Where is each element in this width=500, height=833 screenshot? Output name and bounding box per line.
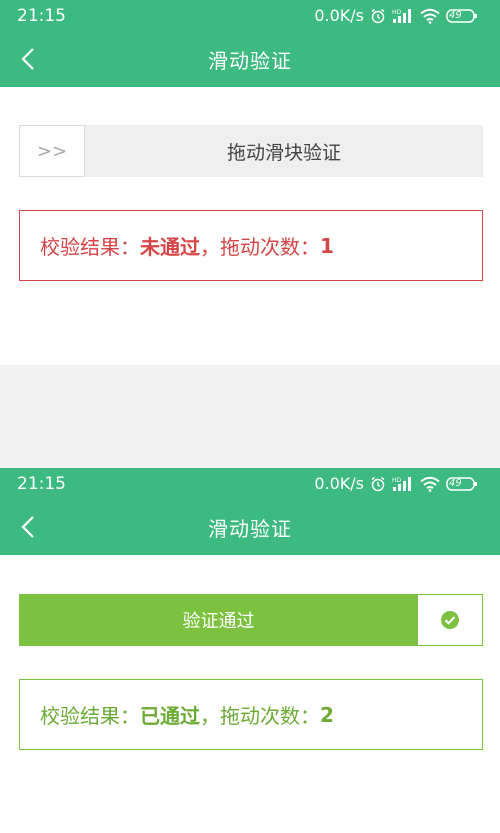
- net-speed: 0.0K/s: [314, 474, 364, 493]
- verify-result-box: 校验结果： 未通过 ，拖动次数： 1: [19, 210, 483, 281]
- screen-unverified: 21:15 0.0K/s HD 49 滑动验证 >> 拖动滑块验证 校验结果： …: [0, 0, 500, 365]
- screen-verified: 21:15 0.0K/s HD 49 滑动验证 验证通过 校验结果： 已通过 ，…: [0, 468, 500, 833]
- slider-hint: 拖动滑块验证: [226, 141, 341, 164]
- status-icons: 0.0K/s HD 49: [314, 474, 484, 493]
- status-icons: 0.0K/s HD 49: [314, 6, 484, 25]
- slider-handle[interactable]: >>: [19, 125, 85, 177]
- slider-handle[interactable]: [417, 595, 482, 645]
- result-separator: ，拖动次数：: [200, 235, 320, 259]
- wifi-icon: [420, 476, 440, 492]
- drag-count: 2: [320, 702, 334, 727]
- slider-fill: 验证通过: [20, 595, 417, 645]
- slide-verify-track[interactable]: >> 拖动滑块验证: [19, 125, 483, 177]
- app-bar: 滑动验证: [0, 499, 500, 555]
- result-prefix: 校验结果：: [40, 235, 140, 259]
- wifi-icon: [420, 8, 440, 24]
- result-separator: ，拖动次数：: [200, 704, 320, 728]
- net-speed: 0.0K/s: [314, 6, 364, 25]
- app-bar: 滑动验证: [0, 31, 500, 87]
- status-bar: 21:15 0.0K/s HD 49: [0, 468, 500, 499]
- back-button[interactable]: [12, 43, 44, 75]
- page-title: 滑动验证: [208, 48, 292, 73]
- status-time: 21:15: [17, 473, 66, 494]
- status-time: 21:15: [17, 5, 66, 26]
- status-bar: 21:15 0.0K/s HD 49: [0, 0, 500, 31]
- svg-text:HD: HD: [392, 477, 402, 484]
- result-prefix: 校验结果：: [40, 704, 140, 728]
- drag-count: 1: [320, 233, 334, 258]
- page-title: 滑动验证: [208, 516, 292, 541]
- verify-result-box: 校验结果： 已通过 ，拖动次数： 2: [19, 679, 483, 750]
- chevron-left-icon: [21, 48, 34, 70]
- back-button[interactable]: [12, 511, 44, 543]
- alarm-icon: [371, 476, 385, 491]
- slide-verify-track[interactable]: 验证通过: [19, 594, 483, 646]
- signal-hd-icon: HD: [392, 476, 411, 491]
- result-status: 未通过: [140, 235, 200, 259]
- slider-success-label: 验证通过: [182, 611, 255, 632]
- check-circle-icon: [441, 611, 459, 629]
- result-status: 已通过: [140, 704, 200, 728]
- alarm-icon: [371, 8, 385, 23]
- chevron-left-icon: [21, 516, 34, 538]
- signal-hd-icon: HD: [392, 8, 411, 23]
- svg-text:HD: HD: [392, 9, 402, 16]
- double-chevron-right-icon: >>: [36, 140, 68, 162]
